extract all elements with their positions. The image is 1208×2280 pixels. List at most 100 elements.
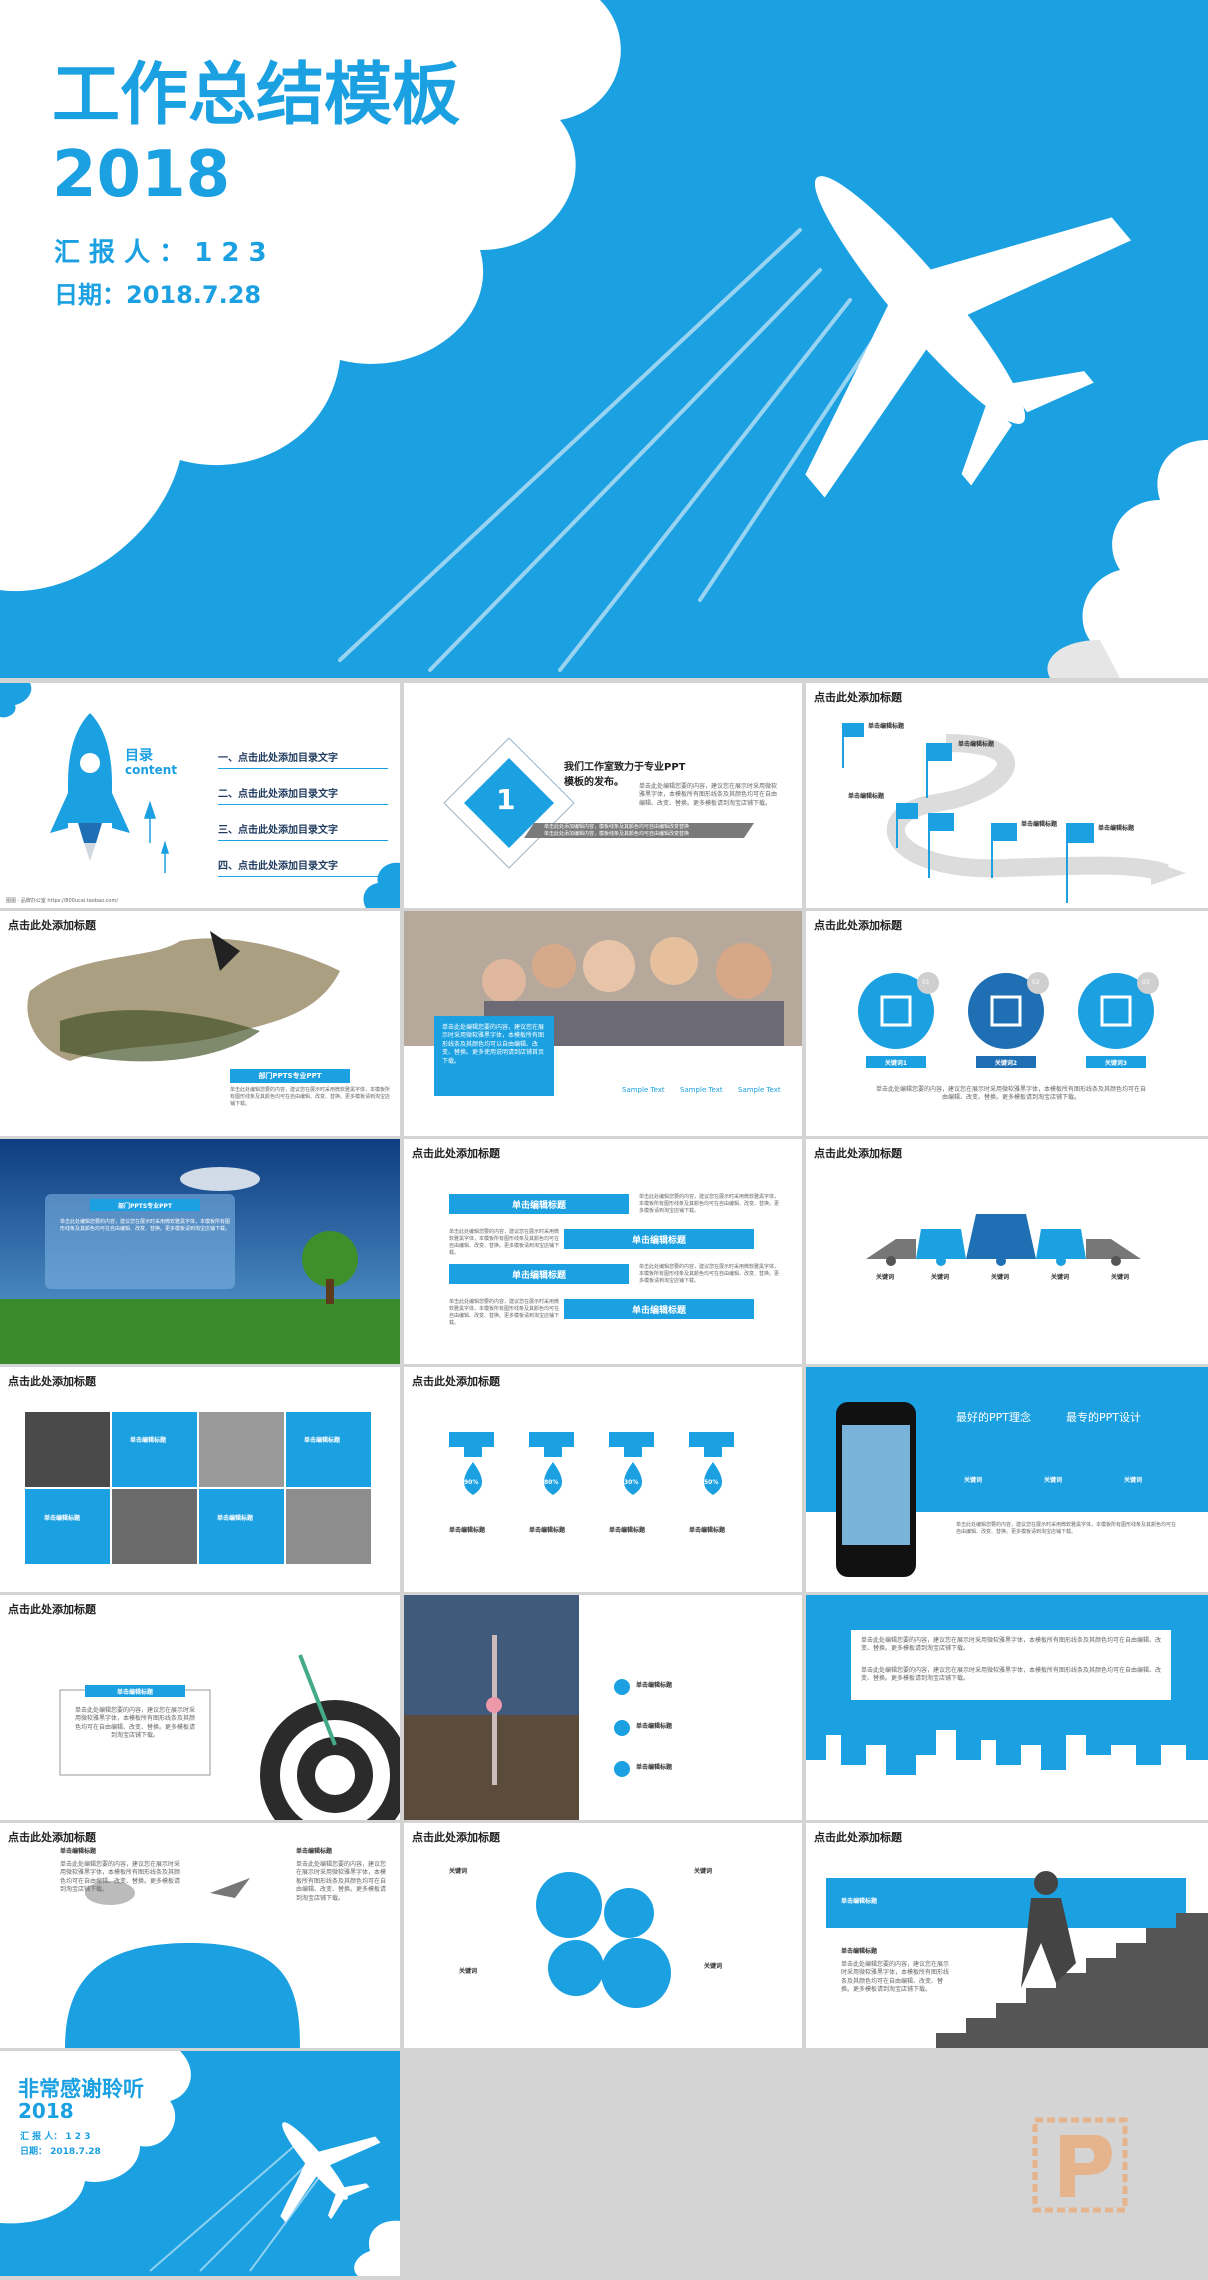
toc-item[interactable]: 三、点击此处添加目录文字 <box>218 817 388 841</box>
bar-body: 单击此处编辑您要的内容，建议您在展示时采用微软雅黑字体，本模板所有图形线条及其颜… <box>639 1264 780 1284</box>
phone-keyword: 关键词 <box>964 1477 983 1484</box>
sample-text: Sample Text <box>622 1086 665 1094</box>
cover-slide[interactable]: 工作总结模板 2018 汇 报 人 ： 1 2 3 日期：2018.7.28 <box>0 0 1208 678</box>
cover-year: 2018 <box>52 138 231 212</box>
sky-slide[interactable]: 部门PPTS专业PPT 单击此处编辑您要的内容，建议您在展示时采用微软雅黑字体，… <box>0 1139 400 1364</box>
avatar-number: 02 <box>1032 979 1040 986</box>
avatars-slide[interactable]: 点击此处添加标题 01 02 03 关键词1 关键词2 关键词3 单击此处编辑您… <box>806 911 1208 1136</box>
city-title: 单击编辑标题 <box>636 1723 673 1730</box>
stairs-title: 单击编辑标题 <box>841 1898 878 1905</box>
avatar-number: 03 <box>1142 979 1150 986</box>
city-title: 单击编辑标题 <box>636 1682 673 1689</box>
sky-label: 部门PPTS专业PPT <box>90 1199 200 1211</box>
people-slide[interactable]: 单击此处编辑您要的内容，建议您在展示时采用微软雅黑字体，本模板所有图形线条及其颜… <box>404 911 802 1136</box>
ending-date: 日期： 2018.7.28 <box>20 2147 101 2157</box>
skyline-graphic <box>806 1595 1208 1820</box>
toc-item[interactable]: 二、点击此处添加目录文字 <box>218 781 388 805</box>
bar-body: 单击此处编辑您要的内容，建议您在展示时采用微软雅黑字体，本模板所有图形线条及其颜… <box>639 1194 780 1214</box>
sample-text: Sample Text <box>738 1086 781 1094</box>
intro-number: 1 <box>496 783 516 816</box>
phone-keyword: 关键词 <box>1124 1477 1143 1484</box>
toc-item[interactable]: 四、点击此处添加目录文字 <box>218 853 388 877</box>
phone-keyword: 关键词 <box>1044 1477 1063 1484</box>
edit-title-bar: 单击编辑标题 <box>564 1229 754 1249</box>
flag-title: 单击编辑标题 <box>848 793 885 800</box>
city-slide[interactable]: 单击编辑标题 单击编辑标题 单击编辑标题 <box>404 1595 802 1820</box>
keyword: 关键词 <box>1051 1274 1070 1281</box>
toc-footer: 图图 · 品牌办公室 https://800ucai.taobao.com/ <box>6 898 119 904</box>
city-title: 单击编辑标题 <box>636 1764 673 1771</box>
cover-reporter: 汇 报 人 ： 1 2 3 <box>54 238 267 268</box>
faucet-title: 单击编辑标题 <box>689 1527 726 1534</box>
skyline-body-1: 单击此处编辑您要的内容，建议您在展示时采用微软雅黑字体，本模板所有图形线条及其颜… <box>861 1637 1162 1653</box>
faucet-title: 单击编辑标题 <box>609 1527 646 1534</box>
drop-percent: 80% <box>544 1479 559 1486</box>
toc-heading: 目录 <box>125 748 153 764</box>
avatar-number: 01 <box>922 979 930 986</box>
phone-headline-1: 最好的PPT理念 <box>956 1411 1031 1424</box>
climb-slide[interactable]: 点击此处添加标题 部门PPTS专业PPT 单击此处编辑您要的内容，建议您在展示时… <box>0 911 400 1136</box>
intro-body: 单击此处编辑您要的内容，建议您在展示时采用微软雅黑字体，本模板所有图形线条及其颜… <box>639 783 778 807</box>
grid-title: 单击编辑标题 <box>130 1437 167 1444</box>
slide-title: 点击此处添加标题 <box>412 1147 500 1160</box>
eco-title: 单击编辑标题 <box>60 1848 97 1855</box>
ending-slide[interactable]: 非常感谢聆听 2018 汇 报 人： 1 2 3 日期： 2018.7.28 <box>0 2051 400 2276</box>
flag-title: 单击编辑标题 <box>868 723 905 730</box>
edit-title-bar: 单击编辑标题 <box>449 1194 629 1214</box>
phone-slide[interactable]: 最好的PPT理念 最专的PPT设计 关键词 关键词 关键词 单击此处编辑您要的内… <box>806 1367 1208 1592</box>
flag-title: 单击编辑标题 <box>1098 825 1135 832</box>
skyline-slide[interactable]: 单击此处编辑您要的内容，建议您在展示时采用微软雅黑字体，本模板所有图形线条及其颜… <box>806 1595 1208 1820</box>
eco-slide[interactable]: 点击此处添加标题 单击编辑标题 单击此处编辑您要的内容，建议您在展示时采用微软雅… <box>0 1823 400 2048</box>
target-body: 单击此处编辑您要的内容，建议您在展示时采用微软雅黑字体，本模板所有图形线条及其颜… <box>75 1707 196 1740</box>
eco-title: 单击编辑标题 <box>296 1848 333 1855</box>
target-title: 单击编辑标题 <box>85 1685 185 1697</box>
avatar-body: 单击此处编辑您要的内容，建议您在展示时采用微软雅黑字体，本模板所有图形线条及其颜… <box>876 1086 1147 1102</box>
bars-slide[interactable]: 点击此处添加标题 单击编辑标题 单击编辑标题 单击编辑标题 单击编辑标题 单击此… <box>404 1139 802 1364</box>
drop-percent: 50% <box>704 1479 719 1486</box>
toc-slide[interactable]: 目录 content 一、点击此处添加目录文字 二、点击此处添加目录文字 三、点… <box>0 683 400 908</box>
city-photo <box>404 1595 630 1820</box>
eco-body: 单击此处编辑您要的内容，建议您在展示时采用微软雅黑字体，本模板所有图形线条及其颜… <box>60 1861 181 1894</box>
sample-text: Sample Text <box>680 1086 723 1094</box>
bar-body: 单击此处编辑您要的内容，建议您在展示时采用微软雅黑字体，本模板所有图形线条及其颜… <box>449 1299 560 1326</box>
people-caption: 单击此处编辑您要的内容，建议您在展示时采用微软雅黑字体，本模板所有图形线条及其颜… <box>434 1016 554 1096</box>
toc-heading-en: content <box>125 763 178 777</box>
flag-title: 单击编辑标题 <box>958 741 995 748</box>
faucet-slide[interactable]: 点击此处添加标题 90% 80% 30% 50% 单击编辑标题 单击编辑标题 单… <box>404 1367 802 1592</box>
drop-percent: 90% <box>464 1479 479 1486</box>
gears-graphic <box>536 1872 671 2008</box>
climb-label: 部门PPTS专业PPT <box>230 1069 350 1083</box>
gear-keyword: 关键词 <box>449 1868 468 1875</box>
drop-percent: 30% <box>624 1479 639 1486</box>
intro-slide[interactable]: 1 我们工作室致力于专业PPT 模板的发布。 单击此处编辑您要的内容，建议您在展… <box>404 683 802 908</box>
gear-keyword: 关键词 <box>459 1968 478 1975</box>
stairs-title: 单击编辑标题 <box>841 1948 878 1955</box>
faucet-title: 单击编辑标题 <box>449 1527 486 1534</box>
gears-slide[interactable]: 点击此处添加标题 关键词 关键词 关键词 关键词 <box>404 1823 802 2048</box>
keyword: 关键词 <box>1111 1274 1130 1281</box>
target-slide[interactable]: 点击此处添加标题 单击编辑标题 单击此处编辑您要的内容，建议您在展示时采用微软雅… <box>0 1595 400 1820</box>
grid-title: 单击编辑标题 <box>44 1515 81 1522</box>
keyword: 关键词 <box>991 1274 1010 1281</box>
edit-title-bar: 单击编辑标题 <box>449 1264 629 1284</box>
bar-body: 单击此处编辑您要的内容，建议您在展示时采用微软雅黑字体，本模板所有图形线条及其颜… <box>449 1229 560 1256</box>
keyword: 关键词 <box>931 1274 950 1281</box>
intro-line-2: 单击此处添加编辑内容，模板线条及其颜色均可自由编辑改变替换 <box>544 831 690 837</box>
intro-line-1: 单击此处添加编辑内容，模板线条及其颜色均可自由编辑改变替换 <box>544 824 690 830</box>
podium-slide[interactable]: 点击此处添加标题 关键词 关键词 关键词 关键词 关键词 <box>806 1139 1208 1364</box>
rocket-icon <box>50 713 130 861</box>
toc-item[interactable]: 一、点击此处添加目录文字 <box>218 745 388 769</box>
grid-slide[interactable]: 点击此处添加标题 单击编辑标题 单击编辑标题 单击编辑标题 单击编辑标题 <box>0 1367 400 1592</box>
stairs-slide[interactable]: 点击此处添加标题 单击编辑标题 单击编辑标题 单击此处编辑您要的内容，建议您在展… <box>806 1823 1208 2048</box>
grid-title: 单击编辑标题 <box>217 1515 254 1522</box>
flags-slide[interactable]: 点击此处添加标题 单击编辑标题 单击编辑标题 单击编辑标题 单击编辑标题 单击编… <box>806 683 1208 908</box>
faucet-title: 单击编辑标题 <box>529 1527 566 1534</box>
flag-title: 单击编辑标题 <box>1021 821 1058 828</box>
sky-photo <box>0 1139 400 1364</box>
cover-title: 工作总结模板 <box>52 56 461 135</box>
eco-body: 单击此处编辑您要的内容，建议您在展示时采用微软雅黑字体，本模板所有图形线条及其颜… <box>296 1861 387 1902</box>
ending-reporter: 汇 报 人： 1 2 3 <box>20 2132 91 2142</box>
phone-graphic <box>806 1402 1208 1592</box>
phone-headline-2: 最专的PPT设计 <box>1066 1411 1141 1424</box>
keyword: 关键词 <box>876 1274 895 1281</box>
